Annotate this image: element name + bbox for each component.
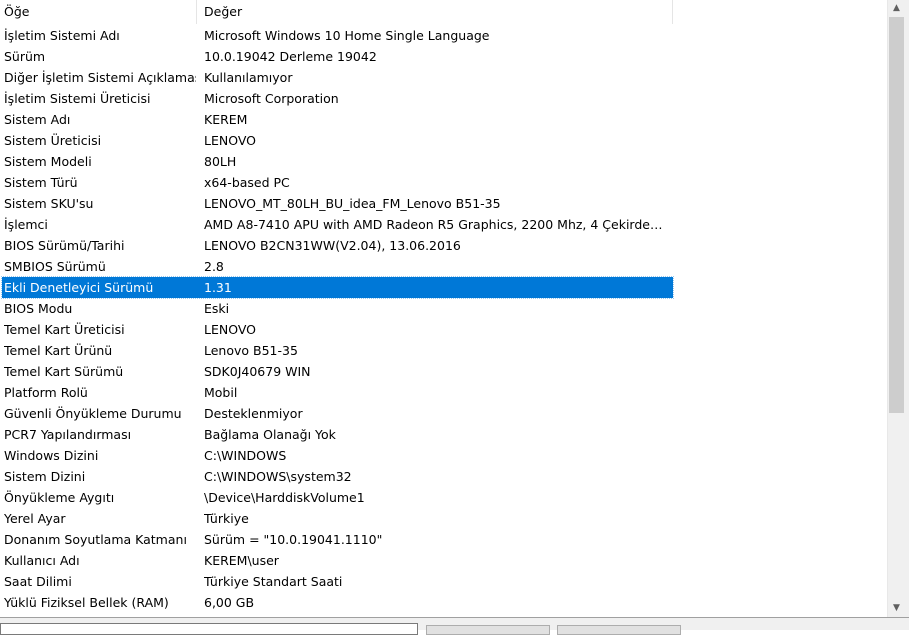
table-row[interactable]: Sistem SKU'su LENOVO_MT_80LH_BU_idea_FM_L… (0, 193, 887, 214)
row-item-label: Temel Kart Sürümü (4, 364, 124, 379)
system-summary-list[interactable]: Öğe Değer İşletim Sistemi Adı Microsoft W… (0, 0, 887, 617)
row-item-label: İşletim Sistemi Üreticisi (4, 91, 151, 106)
column-header-item[interactable]: Öğe (0, 0, 197, 24)
row-item-label: Temel Kart Üreticisi (4, 322, 125, 337)
row-value: Mobil (204, 385, 238, 400)
row-value: Kullanılamıyor (204, 70, 293, 85)
find-input[interactable] (0, 623, 418, 635)
row-item-label: Platform Rolü (4, 385, 88, 400)
table-row[interactable]: SMBIOS Sürümü 2.8 (0, 256, 887, 277)
table-row[interactable]: Donanım Soyutlama Katmanı Sürüm = "10.0.1… (0, 529, 887, 550)
list-header: Öğe Değer (0, 0, 887, 24)
column-header-value[interactable]: Değer (197, 0, 673, 24)
table-row[interactable]: Sürüm 10.0.19042 Derleme 19042 (0, 46, 887, 67)
table-row[interactable]: BIOS Modu Eski (0, 298, 887, 319)
row-value: Desteklenmiyor (204, 406, 303, 421)
table-row[interactable]: Temel Kart Sürümü SDK0J40679 WIN (0, 361, 887, 382)
table-row[interactable]: PCR7 Yapılandırması Bağlama Olanağı Yok (0, 424, 887, 445)
find-button[interactable] (426, 625, 550, 635)
row-item-label: Sistem Üreticisi (4, 133, 102, 148)
row-value: LENOVO B2CN31WW(V2.04), 13.06.2016 (204, 238, 461, 253)
row-item-label: Yüklü Fiziksel Bellek (RAM) (4, 595, 169, 610)
table-row[interactable]: Yerel Ayar Türkiye (0, 508, 887, 529)
row-item-label: Sistem SKU'su (4, 196, 94, 211)
row-item-label: Saat Dilimi (4, 574, 72, 589)
table-row[interactable]: Temel Kart Üreticisi LENOVO (0, 319, 887, 340)
row-item-label: Temel Kart Ürünü (4, 343, 113, 358)
table-row[interactable]: Temel Kart Ürünü Lenovo B51-35 (0, 340, 887, 361)
row-value: 2.8 (204, 259, 224, 274)
list-rows: İşletim Sistemi Adı Microsoft Windows 10 … (0, 25, 887, 613)
row-value: 1.31 (204, 280, 232, 295)
row-item-label: Sistem Türü (4, 175, 78, 190)
table-row[interactable]: Sistem Adı KEREM (0, 109, 887, 130)
row-value: LENOVO (204, 133, 257, 148)
table-row[interactable]: İşletim Sistemi Üreticisi Microsoft Corpo… (0, 88, 887, 109)
row-value: KEREM\user (204, 553, 279, 568)
row-item-label: Sürüm (4, 49, 46, 64)
table-row[interactable]: İşlemci AMD A8-7410 APU with AMD Radeon R… (0, 214, 887, 235)
row-item-label: SMBIOS Sürümü (4, 259, 106, 274)
window-edge (905, 0, 909, 629)
row-item-label: Güvenli Önyükleme Durumu (4, 406, 182, 421)
row-item-label: Diğer İşletim Sistemi Açıklaması (4, 70, 196, 85)
row-item-label: Donanım Soyutlama Katmanı (4, 532, 187, 547)
vertical-scrollbar[interactable]: ▲ ▼ (887, 0, 905, 617)
row-item-label: İşlemci (4, 217, 48, 232)
row-value: KEREM (204, 112, 248, 127)
row-value: 6,00 GB (204, 595, 255, 610)
table-row[interactable]: Yüklü Fiziksel Bellek (RAM) 6,00 GB (0, 592, 887, 613)
row-item-label: Kullanıcı Adı (4, 553, 80, 568)
system-info-window: Öğe Değer İşletim Sistemi Adı Microsoft W… (0, 0, 909, 635)
row-item-label: Sistem Adı (4, 112, 71, 127)
table-row[interactable]: Sistem Türü x64-based PC (0, 172, 887, 193)
row-value: LENOVO (204, 322, 257, 337)
table-row[interactable]: İşletim Sistemi Adı Microsoft Windows 10 … (0, 25, 887, 46)
chevron-down-icon[interactable]: ▼ (888, 600, 905, 617)
row-value: Microsoft Corporation (204, 91, 339, 106)
table-row[interactable]: Sistem Dizini C:\WINDOWS\system32 (0, 466, 887, 487)
scrollbar-thumb[interactable] (889, 17, 904, 413)
table-row[interactable]: Platform Rolü Mobil (0, 382, 887, 403)
table-row[interactable]: Ekli Denetleyici Sürümü 1.31 (0, 276, 887, 299)
row-item-label: Önyükleme Aygıtı (4, 490, 115, 505)
row-value: Microsoft Windows 10 Home Single Languag… (204, 28, 490, 43)
row-value: Bağlama Olanağı Yok (204, 427, 336, 442)
table-row[interactable]: Önyükleme Aygıtı \Device\HarddiskVolume1 (0, 487, 887, 508)
row-item-label: BIOS Sürümü/Tarihi (4, 238, 125, 253)
row-value: C:\WINDOWS (204, 448, 287, 463)
row-item-label: BIOS Modu (4, 301, 73, 316)
table-row[interactable]: BIOS Sürümü/Tarihi LENOVO B2CN31WW(V2.04)… (0, 235, 887, 256)
row-value: x64-based PC (204, 175, 290, 190)
table-row[interactable]: Diğer İşletim Sistemi Açıklaması Kullanıl… (0, 67, 887, 88)
row-value: Eski (204, 301, 230, 316)
row-value: AMD A8-7410 APU with AMD Radeon R5 Graph… (204, 217, 669, 232)
row-value: Sürüm = "10.0.19041.1110" (204, 532, 383, 547)
row-item-label: PCR7 Yapılandırması (4, 427, 132, 442)
row-value: SDK0J40679 WIN (204, 364, 311, 379)
row-value: LENOVO_MT_80LH_BU_idea_FM_Lenovo B51-35 (204, 196, 501, 211)
table-row[interactable]: Sistem Modeli 80LH (0, 151, 887, 172)
table-row[interactable]: Saat Dilimi Türkiye Standart Saati (0, 571, 887, 592)
row-item-label: Windows Dizini (4, 448, 99, 463)
row-value: 10.0.19042 Derleme 19042 (204, 49, 377, 64)
row-item-label: Yerel Ayar (4, 511, 66, 526)
row-item-label: Sistem Modeli (4, 154, 92, 169)
close-find-button[interactable] (557, 625, 681, 635)
row-value: \Device\HarddiskVolume1 (204, 490, 365, 505)
chevron-up-icon[interactable]: ▲ (888, 0, 905, 17)
row-value: Lenovo B51-35 (204, 343, 298, 358)
row-value: Türkiye (204, 511, 249, 526)
table-row[interactable]: Kullanıcı Adı KEREM\user (0, 550, 887, 571)
table-row[interactable]: Sistem Üreticisi LENOVO (0, 130, 887, 151)
bottom-panel (0, 617, 909, 635)
row-value: 80LH (204, 154, 237, 169)
row-value: C:\WINDOWS\system32 (204, 469, 352, 484)
row-item-label: Ekli Denetleyici Sürümü (4, 280, 154, 295)
table-row[interactable]: Güvenli Önyükleme Durumu Desteklenmiyor (0, 403, 887, 424)
table-row[interactable]: Windows Dizini C:\WINDOWS (0, 445, 887, 466)
row-item-label: İşletim Sistemi Adı (4, 28, 120, 43)
row-item-label: Sistem Dizini (4, 469, 86, 484)
row-value: Türkiye Standart Saati (204, 574, 343, 589)
